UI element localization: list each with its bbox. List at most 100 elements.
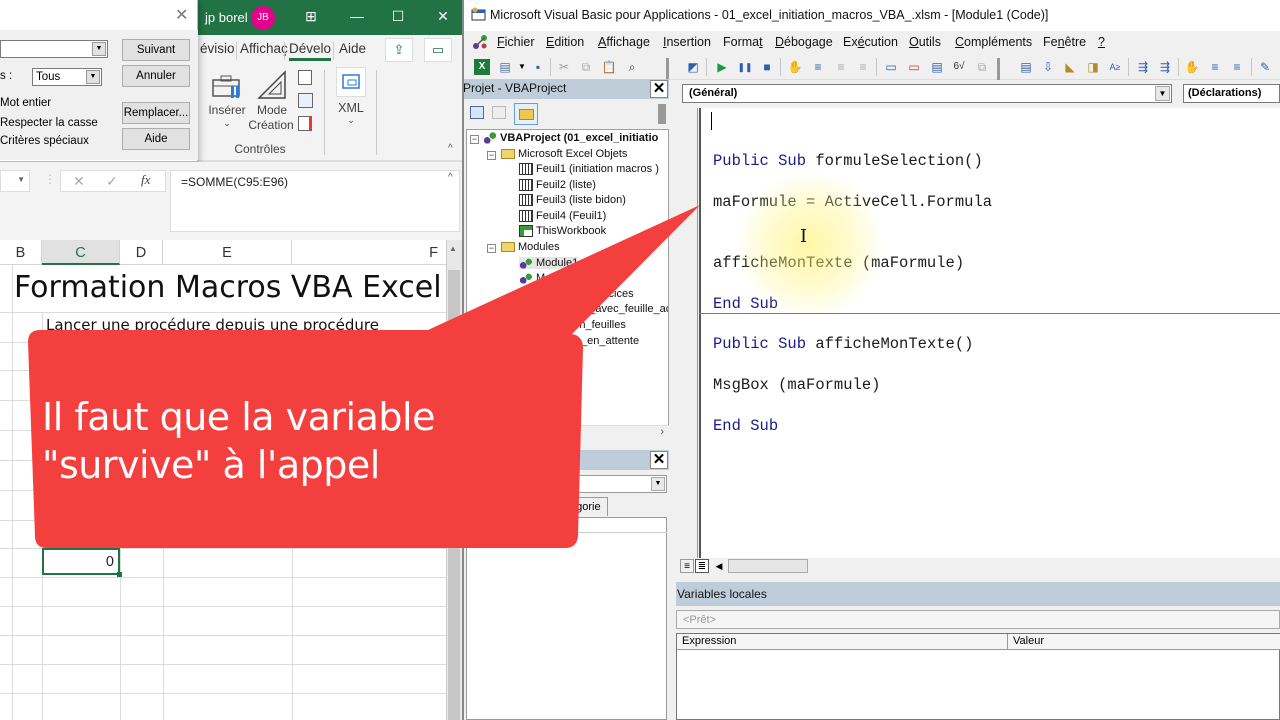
collapse-formula-bar-icon[interactable]: ^ — [448, 172, 453, 183]
dropdown-arrow-icon[interactable]: ▼ — [92, 42, 106, 56]
code-line-signature-2[interactable]: Public Sub afficheMonTexte() — [713, 335, 973, 353]
column-header-e[interactable]: E — [163, 240, 292, 265]
tab-revision[interactable]: évisio — [200, 41, 235, 56]
toggle-breakpoint-icon[interactable]: ✋ — [1184, 59, 1200, 75]
code-margin[interactable] — [678, 108, 698, 558]
vba-logo-icon[interactable] — [471, 33, 489, 51]
code-line-signature-1[interactable]: Public Sub formuleSelection() — [713, 152, 983, 170]
list-constants-icon[interactable]: ⇩ — [1040, 59, 1056, 75]
comment-block-icon[interactable]: ≡ — [1207, 59, 1223, 75]
column-header-c[interactable]: C — [42, 240, 120, 265]
close-icon[interactable]: ✕ — [175, 5, 188, 25]
find-icon[interactable]: ⌕ — [624, 59, 640, 75]
properties-grid[interactable] — [466, 517, 667, 720]
quick-watch-icon[interactable]: 6√ — [951, 59, 967, 75]
save-icon[interactable]: ▪ — [530, 59, 546, 75]
tree-folder-modules[interactable]: Modules — [501, 241, 560, 253]
locals-window-icon[interactable]: ▭ — [883, 59, 899, 75]
object-select[interactable]: (Général) ▼ — [682, 84, 1172, 103]
column-header-expression[interactable]: Expression — [677, 634, 1008, 650]
match-case-checkbox[interactable]: Respecter la casse — [0, 117, 98, 129]
xml-source-icon[interactable] — [336, 67, 366, 97]
dropdown-arrow-icon[interactable]: ▼ — [17, 175, 25, 184]
active-cell[interactable]: 0 — [42, 548, 120, 575]
tree-item-module[interactable]: gestion_feuilles — [550, 319, 626, 331]
tree-item-sheet[interactable]: Feuil3 (liste bidon) — [519, 194, 626, 207]
design-mode-icon[interactable]: ◩ — [685, 59, 701, 75]
full-module-view-icon[interactable]: ≣ — [695, 559, 709, 573]
help-button[interactable]: Aide — [122, 128, 190, 150]
quick-info-icon[interactable]: ◣ — [1062, 59, 1078, 75]
copy-icon[interactable]: ⧉ — [578, 59, 594, 75]
cut-icon[interactable]: ✂ — [556, 59, 572, 75]
search-scope-select[interactable]: ▼ — [0, 40, 108, 58]
immediate-window-icon[interactable]: ▭ — [906, 59, 922, 75]
tree-item-sheet[interactable]: Feuil2 (liste) — [519, 179, 596, 192]
collapse-ribbon-icon[interactable]: ^ — [448, 143, 453, 154]
insert-controls-icon[interactable] — [211, 72, 243, 102]
cancel-button[interactable]: Annuler — [122, 65, 190, 87]
tree-item-thisworkbook[interactable]: ThisWorkbook — [519, 225, 606, 238]
view-code-icon[interactable] — [298, 93, 313, 108]
column-header-d[interactable]: D — [120, 240, 163, 265]
menu-help[interactable]: ? — [1098, 35, 1105, 49]
special-criteria-checkbox[interactable]: Critères spéciaux — [0, 135, 89, 147]
toolbar-gripper[interactable] — [997, 58, 1000, 80]
close-icon[interactable]: ✕ — [650, 80, 668, 98]
whole-word-checkbox[interactable]: Mot entier — [0, 97, 51, 109]
tree-item-module[interactable]: _en_attente — [581, 335, 639, 347]
complete-word-icon[interactable]: A≥ — [1107, 59, 1123, 75]
chevron-down-icon[interactable]: ⌄ — [222, 118, 232, 129]
collapse-icon[interactable]: − — [487, 244, 496, 253]
tree-item-sheet[interactable]: Feuil4 (Feuil1) — [519, 210, 606, 223]
tree-item-module[interactable]: Module1 — [519, 257, 579, 270]
tab-categorie[interactable]: égorie — [563, 497, 608, 516]
code-hscrollbar-thumb[interactable] — [728, 559, 808, 573]
view-code-icon[interactable] — [470, 106, 484, 119]
tree-folder-excel-objects[interactable]: Microsoft Excel Objets — [501, 148, 627, 160]
insert-function-icon[interactable]: fx — [141, 172, 150, 188]
minimize-icon[interactable]: — — [347, 8, 367, 24]
dropdown-arrow-icon[interactable]: ▼ — [514, 59, 530, 75]
procedure-select[interactable]: (Déclarations) — [1183, 84, 1280, 103]
scroll-up-icon[interactable]: ▲ — [449, 244, 457, 253]
list-properties-icon[interactable]: ▤ — [1018, 59, 1034, 75]
step-out-icon[interactable]: ≡ — [855, 59, 871, 75]
menu-complements[interactable]: Compléments — [955, 35, 1032, 49]
code-line-end-2[interactable]: End Sub — [713, 417, 778, 435]
comment-icon[interactable]: ▭ — [424, 38, 452, 62]
code-line[interactable]: MsgBox (maFormule) — [713, 376, 880, 394]
properties-icon[interactable] — [298, 70, 312, 85]
cancel-formula-icon[interactable]: ✕ — [73, 173, 85, 190]
parameter-info-icon[interactable]: ◨ — [1085, 59, 1101, 75]
menu-fichier[interactable]: Fichier — [497, 35, 535, 49]
column-header-f[interactable]: F — [292, 240, 446, 265]
run-icon[interactable]: ▶ — [714, 59, 730, 75]
tree-item-vbaproject[interactable]: VBAProject (01_excel_initiatio — [483, 132, 658, 145]
call-stack-icon[interactable]: ⧉ — [974, 59, 990, 75]
tree-item-module[interactable]: erPdf_avec_feuille_ac — [563, 303, 668, 315]
find-next-button[interactable]: Suivant — [122, 39, 190, 61]
user-avatar[interactable]: JB — [251, 6, 275, 30]
name-box[interactable]: ▼ — [0, 170, 30, 192]
chevron-down-icon[interactable]: ⌄ — [346, 115, 356, 126]
toolbar-gripper[interactable] — [666, 58, 669, 80]
collapse-icon[interactable]: − — [470, 135, 479, 144]
menu-insertion[interactable]: Insertion — [663, 35, 711, 49]
tab-aide[interactable]: Aide — [339, 41, 366, 56]
uncomment-block-icon[interactable]: ≡ — [1229, 59, 1245, 75]
design-mode-label-1[interactable]: Mode — [252, 103, 292, 117]
tab-developpeur[interactable]: Dévelo — [289, 41, 332, 61]
close-icon[interactable]: ✕ — [650, 451, 668, 469]
step-over-icon[interactable]: ≡ — [833, 59, 849, 75]
ribbon-display-icon[interactable]: ⊞ — [301, 8, 321, 25]
column-header-value[interactable]: Valeur — [1008, 634, 1280, 650]
look-in-select[interactable]: Tous ▼ — [32, 68, 102, 86]
replace-button[interactable]: Remplacer... — [122, 102, 190, 124]
sheet-title-cell[interactable]: Formation Macros VBA Excel — [14, 270, 444, 305]
tree-item-module[interactable]: _exercices — [581, 288, 634, 300]
view-object-icon[interactable] — [492, 106, 506, 119]
menu-fenetre[interactable]: Fenêtre — [1043, 35, 1086, 49]
insert-userform-icon[interactable]: ▤ — [497, 59, 513, 75]
fill-handle[interactable] — [117, 572, 122, 577]
